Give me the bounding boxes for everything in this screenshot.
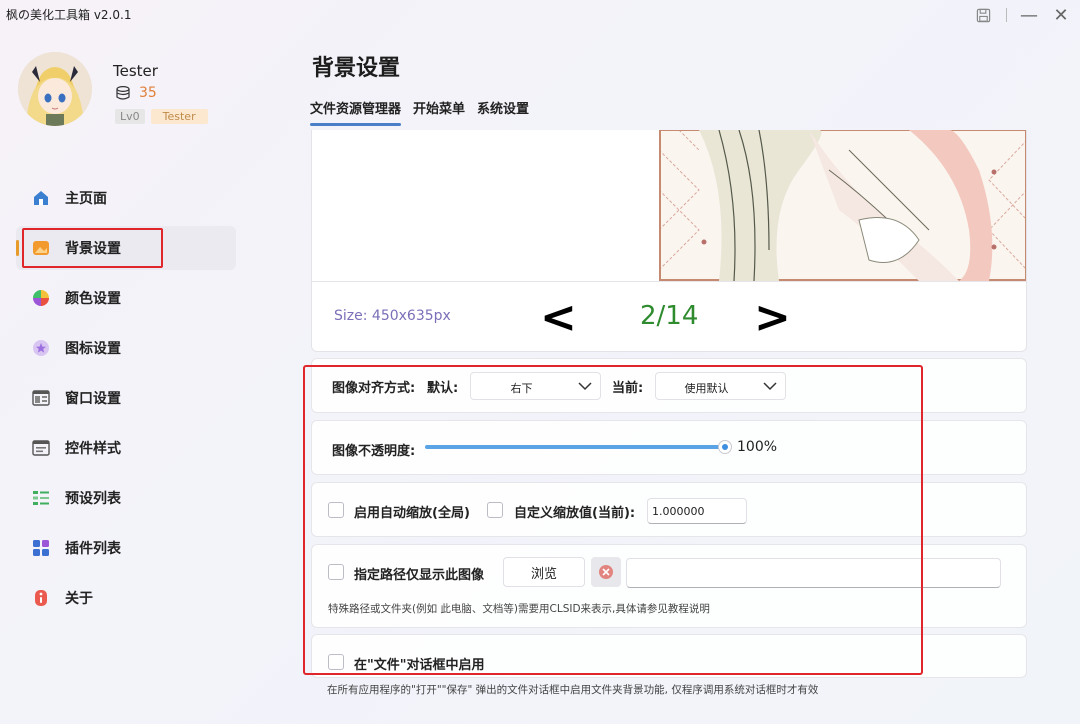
next-image-button[interactable]: > [754, 292, 791, 343]
minimize-button[interactable]: — [1018, 4, 1040, 26]
title-bar: 枫の美化工具箱 v2.0.1 — ✕ [0, 0, 1080, 30]
coin-balance: 35 [115, 85, 157, 101]
image-size-label: Size: 450x635px [334, 308, 451, 324]
app-title: 枫の美化工具箱 v2.0.1 [6, 8, 132, 22]
sidebar-item-color[interactable]: 颜色设置 [16, 276, 236, 320]
star-icon [32, 339, 50, 357]
title-separator [1006, 8, 1007, 22]
list-icon [32, 489, 50, 507]
sidebar-item-widget[interactable]: 控件样式 [16, 426, 236, 470]
sidebar-item-icon[interactable]: 图标设置 [16, 326, 236, 370]
sidebar-item-presets[interactable]: 预设列表 [16, 476, 236, 520]
sidebar-item-plugins[interactable]: 插件列表 [16, 526, 236, 570]
sidebar-item-window[interactable]: 窗口设置 [16, 376, 236, 420]
level-badge: Lv0 [115, 109, 145, 124]
plugin-grid-icon [32, 539, 50, 557]
info-icon [32, 589, 50, 607]
save-icon[interactable] [972, 4, 994, 26]
close-button[interactable]: ✕ [1050, 4, 1072, 26]
page-title: 背景设置 [312, 56, 401, 81]
user-tag-badge: Tester [150, 109, 208, 124]
tab-file-explorer[interactable]: 文件资源管理器 [310, 98, 402, 126]
image-counter: 2/14 [640, 301, 699, 331]
user-badges: Lv0 Tester [115, 109, 208, 124]
previous-image-button[interactable]: < [540, 292, 577, 343]
coin-stack-icon [116, 85, 130, 100]
highlight-box [303, 365, 923, 675]
preview-divider [312, 281, 1026, 282]
file-dialog-hint: 在所有应用程序的"打开""保存" 弹出的文件对话框中启用文件夹背景功能, 仅程序… [327, 684, 819, 696]
user-name: Tester [113, 62, 158, 80]
avatar[interactable] [18, 52, 92, 126]
home-icon [32, 189, 50, 207]
tab-bar: 文件资源管理器 开始菜单 系统设置 [310, 98, 529, 126]
background-preview-image [659, 130, 1026, 281]
window-icon [32, 389, 50, 407]
coin-count: 35 [139, 85, 157, 101]
widget-icon [32, 439, 50, 457]
tab-system-settings[interactable]: 系统设置 [477, 98, 529, 126]
image-preview-panel: Size: 450x635px < 2/14 > [311, 130, 1027, 352]
sidebar-item-about[interactable]: 关于 [16, 576, 236, 620]
tab-start-menu[interactable]: 开始菜单 [413, 98, 465, 126]
highlight-box [22, 228, 163, 268]
color-wheel-icon [32, 289, 50, 307]
sidebar-item-home[interactable]: 主页面 [16, 176, 236, 220]
